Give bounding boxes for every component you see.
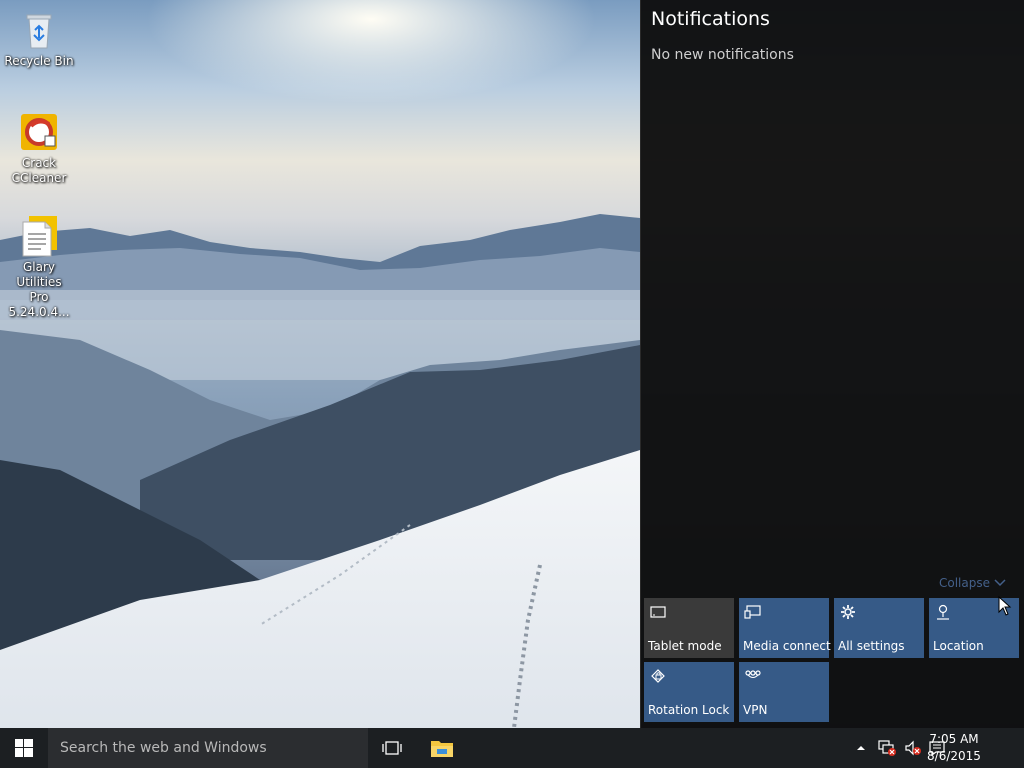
desktop-icon-recycle-bin[interactable]: Recycle Bin: [0, 8, 78, 69]
desktop-icon-ccleaner[interactable]: Crack CCleaner: [0, 110, 78, 186]
clock-time: 7:05 AM: [929, 732, 979, 746]
tile-label: All settings: [838, 639, 905, 653]
vpn-tile[interactable]: VPN: [739, 662, 829, 722]
chevron-up-icon: [857, 746, 865, 750]
taskbar: Search the web and Windows 7:05 AM 8/6/2…: [0, 728, 1024, 768]
collapse-button[interactable]: Collapse: [939, 576, 1006, 590]
rotation-lock-icon: [649, 667, 667, 685]
task-view-button[interactable]: [372, 728, 412, 768]
search-box[interactable]: Search the web and Windows: [48, 728, 368, 768]
desktop-icon-label: Glary Utilities Pro 5.24.0.4...: [8, 260, 70, 319]
windows-logo-icon: [15, 739, 33, 757]
folder-icon: [431, 741, 453, 757]
tile-label: Rotation Lock: [648, 703, 730, 717]
desktop-icon-glary-utilities[interactable]: Glary Utilities Pro 5.24.0.4...: [0, 214, 78, 320]
media-connect-tile[interactable]: Media connect: [739, 598, 831, 658]
tile-label: Location: [933, 639, 984, 653]
file-explorer-button[interactable]: [422, 728, 462, 768]
recycle-bin-icon: [17, 8, 61, 52]
ccleaner-icon: [17, 110, 61, 154]
notifications-title: Notifications: [651, 8, 770, 30]
volume-muted-icon: [905, 740, 921, 756]
start-button[interactable]: [0, 728, 48, 768]
network-status-button[interactable]: [874, 728, 900, 768]
mouse-cursor-icon: [998, 596, 1012, 616]
rotation-lock-tile[interactable]: Rotation Lock: [644, 662, 734, 722]
gear-icon: [839, 603, 857, 621]
no-notifications-text: No new notifications: [651, 47, 794, 63]
media-connect-icon: [744, 603, 762, 621]
clock[interactable]: 7:05 AM 8/6/2015: [922, 731, 986, 765]
task-view-icon: [382, 741, 402, 755]
collapse-label: Collapse: [939, 576, 990, 590]
network-disconnected-icon: [878, 740, 896, 756]
show-hidden-icons-button[interactable]: [852, 728, 870, 768]
tablet-mode-tile[interactable]: Tablet mode: [644, 598, 734, 658]
tile-label: Media connect: [743, 639, 831, 653]
vpn-icon: [744, 667, 762, 685]
chevron-down-icon: [994, 576, 1006, 590]
all-settings-tile[interactable]: All settings: [834, 598, 924, 658]
document-shortcut-icon: [17, 214, 61, 258]
tile-label: VPN: [743, 703, 768, 717]
search-placeholder: Search the web and Windows: [60, 740, 267, 756]
action-center-panel: Notifications No new notifications Colla…: [640, 0, 1024, 728]
tablet-mode-icon: [649, 603, 667, 621]
location-icon: [934, 603, 952, 621]
volume-button[interactable]: [902, 728, 924, 768]
desktop-icon-label: Recycle Bin: [4, 54, 74, 68]
tile-label: Tablet mode: [648, 639, 722, 653]
clock-date: 8/6/2015: [927, 749, 981, 763]
desktop-icon-label: Crack CCleaner: [11, 156, 67, 185]
